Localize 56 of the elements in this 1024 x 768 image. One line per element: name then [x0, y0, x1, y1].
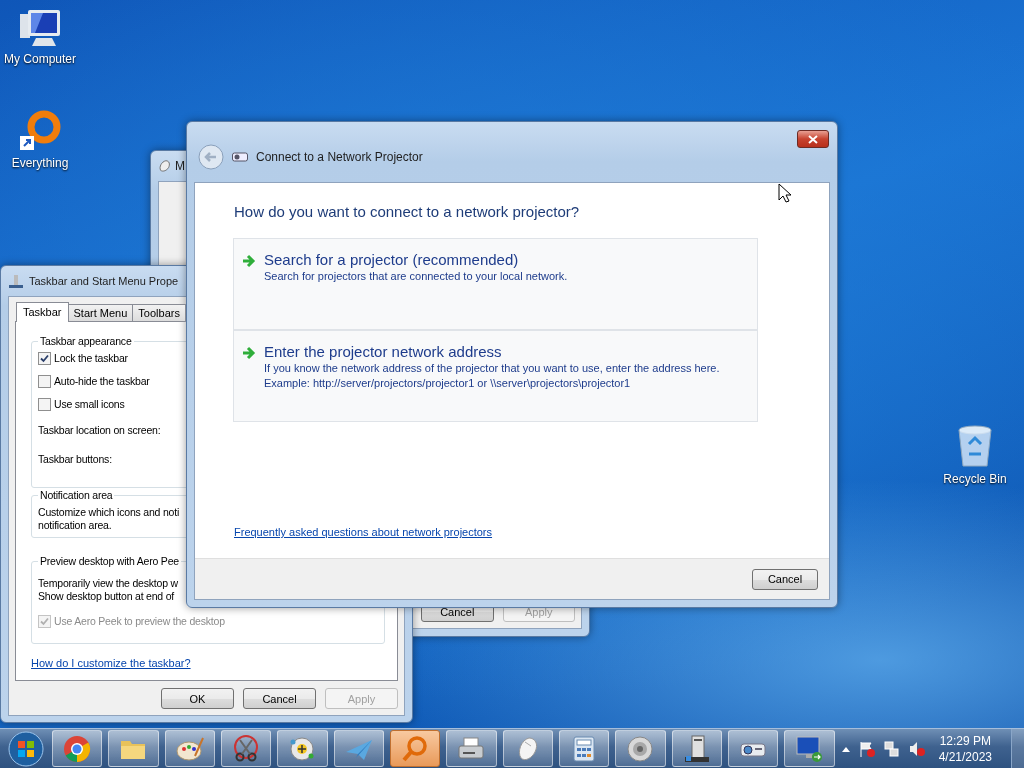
- flag-icon[interactable]: [857, 739, 876, 758]
- window-title: Taskbar and Start Menu Prope: [29, 275, 179, 287]
- group-title: Notification area: [39, 489, 114, 501]
- monitor-icon: [794, 733, 825, 764]
- tab[interactable]: Toolbars: [132, 304, 186, 322]
- taskbar-button[interactable]: [389, 730, 441, 767]
- command-link-note: Search for projectors that are connected to your local network.: [264, 269, 568, 284]
- checkbox-label: Lock the taskbar: [54, 352, 128, 365]
- checkbox[interactable]: [38, 375, 51, 388]
- checkbox-label: Auto-hide the taskbar: [54, 375, 150, 388]
- main-instruction: How do you want to connect to a network projector?: [234, 203, 581, 220]
- group-title: Taskbar appearance: [39, 335, 133, 347]
- help-link[interactable]: How do I customize the taskbar?: [31, 657, 191, 669]
- command-link[interactable]: Search for a projector (recommended) Search for projectors that are connected to your local network.: [233, 238, 758, 330]
- desktop-icon-label[interactable]: Everything: [11, 156, 69, 170]
- tab[interactable]: Start Menu: [67, 304, 134, 322]
- mouse-icon: [158, 159, 172, 173]
- cancel-button[interactable]: Cancel: [243, 688, 316, 709]
- desktop-icon-label[interactable]: My Computer: [4, 52, 76, 66]
- command-link-title: Search for a projector (recommended): [264, 251, 520, 268]
- cancel-button[interactable]: Cancel: [752, 568, 818, 590]
- arrow-icon: [242, 346, 256, 360]
- checkbox-label: Use Aero Peek to preview the desktop: [54, 614, 225, 628]
- recycle-bin-icon: [955, 424, 995, 470]
- desktop-icon-label[interactable]: Recycle Bin: [943, 472, 1007, 486]
- description-text: Temporarily view the desktop w: [38, 577, 178, 590]
- start-button[interactable]: [6, 728, 46, 768]
- scissors-icon: [231, 733, 261, 764]
- command-link-note: Example: http://server/projectors/projector1 or \\server\projectors\projector1: [264, 376, 632, 391]
- command-link[interactable]: [233, 330, 758, 422]
- network-icon[interactable]: [882, 739, 901, 758]
- group-title: Preview desktop with Aero Pee: [39, 555, 180, 567]
- command-link-title: Enter the projector network address: [264, 343, 503, 360]
- speaker-icon: [625, 733, 656, 764]
- field-label: Taskbar location on screen:: [38, 423, 161, 437]
- close-button[interactable]: [797, 130, 829, 148]
- clock-date[interactable]: 4/21/2023: [938, 748, 992, 765]
- dialog-title: Connect to a Network Projector: [256, 150, 423, 164]
- checkbox[interactable]: [38, 398, 51, 411]
- field-label: Taskbar buttons:: [38, 452, 112, 466]
- window-title: M: [175, 159, 185, 173]
- checkbox[interactable]: [38, 352, 51, 365]
- description-text: Show desktop button at end of: [38, 590, 175, 603]
- projector-icon: [232, 152, 248, 162]
- checkbox-label: Use small icons: [54, 398, 125, 411]
- ok-button[interactable]: OK: [161, 688, 234, 709]
- clock-time[interactable]: 12:29 PM: [939, 732, 991, 749]
- command-link-note: If you know the network address of the projector that you want to use, enter the address here.: [264, 361, 720, 376]
- arrow-icon: [242, 254, 256, 268]
- description-text: Customize which icons and noti: [38, 506, 180, 519]
- faq-link[interactable]: Frequently asked questions about network projectors: [234, 526, 493, 538]
- description-text: notification area.: [38, 519, 112, 532]
- tab[interactable]: Taskbar: [16, 302, 69, 322]
- taskbar-icon: [8, 273, 24, 289]
- browser-icon: [62, 733, 92, 764]
- close-icon: [808, 134, 818, 144]
